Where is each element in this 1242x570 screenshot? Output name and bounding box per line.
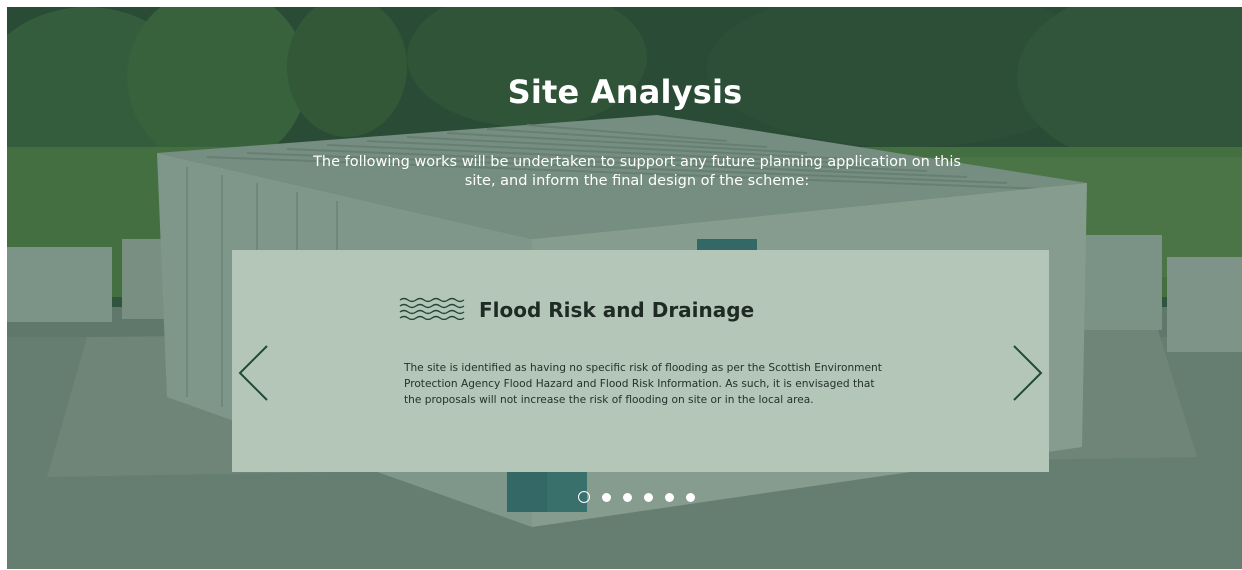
slide-body: The site is identified as having no spec… bbox=[404, 362, 882, 406]
slide-heading: Flood Risk and Drainage bbox=[399, 296, 754, 324]
pagination-dot[interactable] bbox=[623, 492, 632, 502]
pagination-dot[interactable] bbox=[644, 492, 653, 502]
carousel-slide: Flood Risk and Drainage The site is iden… bbox=[232, 250, 1049, 472]
section-intro: The following works will be undertaken t… bbox=[313, 154, 961, 189]
pagination-dot[interactable] bbox=[578, 491, 590, 503]
pagination-dot[interactable] bbox=[665, 492, 674, 502]
next-slide-button[interactable] bbox=[1010, 343, 1044, 403]
chevron-right-icon bbox=[1013, 345, 1043, 401]
section-title: Site Analysis bbox=[507, 73, 743, 111]
pagination-dot[interactable] bbox=[686, 492, 695, 502]
chevron-left-icon bbox=[238, 345, 268, 401]
pagination-dot[interactable] bbox=[602, 492, 611, 502]
carousel-pagination bbox=[578, 491, 695, 503]
previous-slide-button[interactable] bbox=[237, 343, 271, 403]
hero-section: Site Analysis The following works will b… bbox=[7, 7, 1242, 569]
slide-title: Flood Risk and Drainage bbox=[479, 298, 755, 322]
water-waves-icon bbox=[399, 296, 465, 324]
